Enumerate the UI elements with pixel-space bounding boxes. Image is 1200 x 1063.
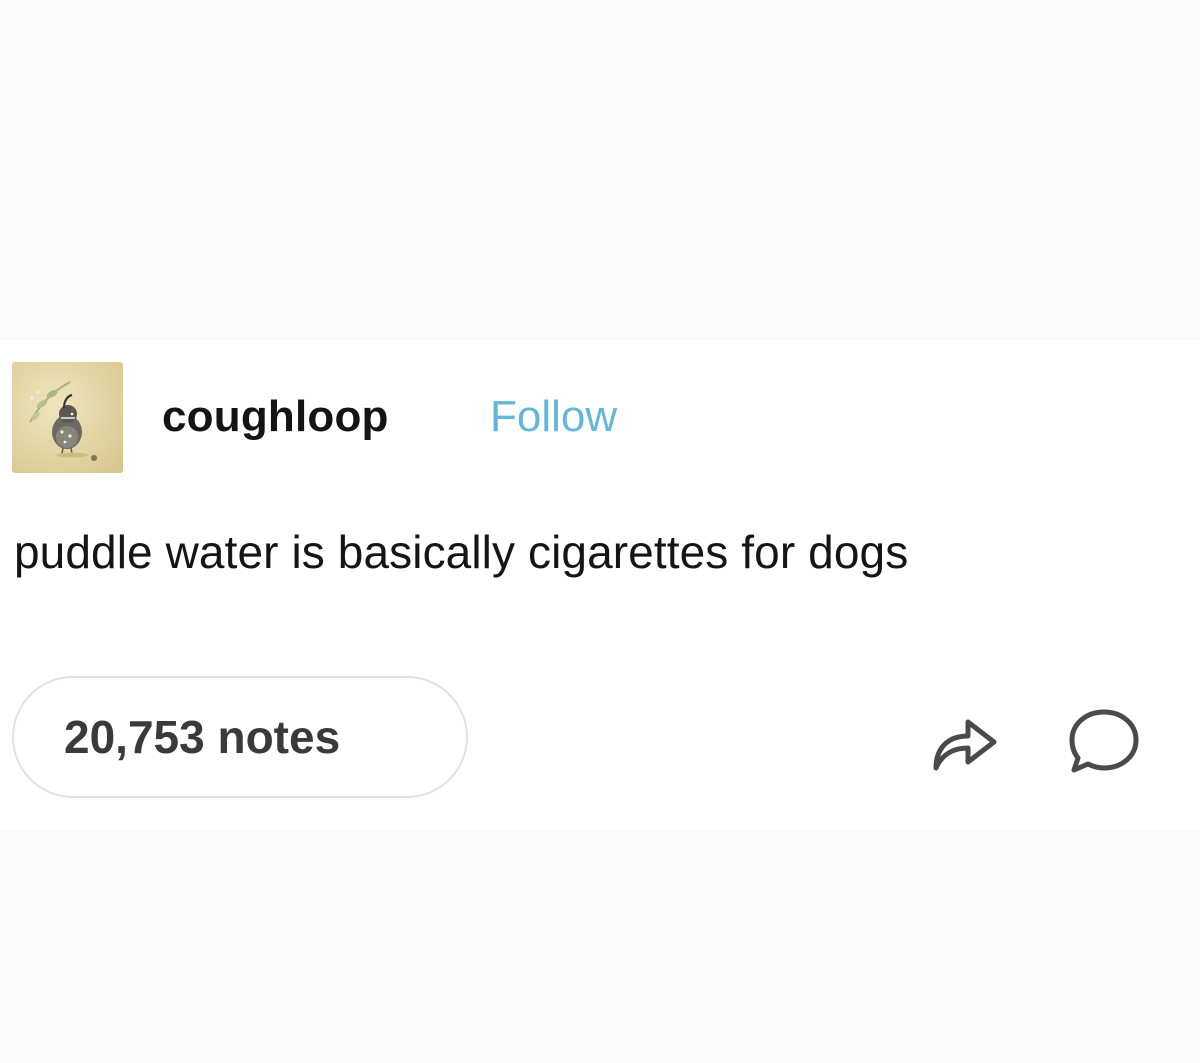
reply-button[interactable]	[1064, 704, 1144, 778]
avatar[interactable]	[12, 362, 123, 473]
username-link[interactable]: coughloop	[162, 392, 389, 442]
reply-bubble-icon	[1069, 709, 1139, 773]
post-body-text: puddle water is basically cigarettes for…	[14, 526, 909, 578]
share-arrow-icon	[933, 719, 997, 771]
share-button[interactable]	[928, 708, 1002, 774]
follow-button[interactable]: Follow	[490, 392, 617, 442]
quail-avatar-icon	[29, 381, 97, 461]
notes-count-label: 20,753 notes	[64, 711, 341, 763]
notes-button[interactable]: 20,753 notes	[12, 676, 468, 798]
